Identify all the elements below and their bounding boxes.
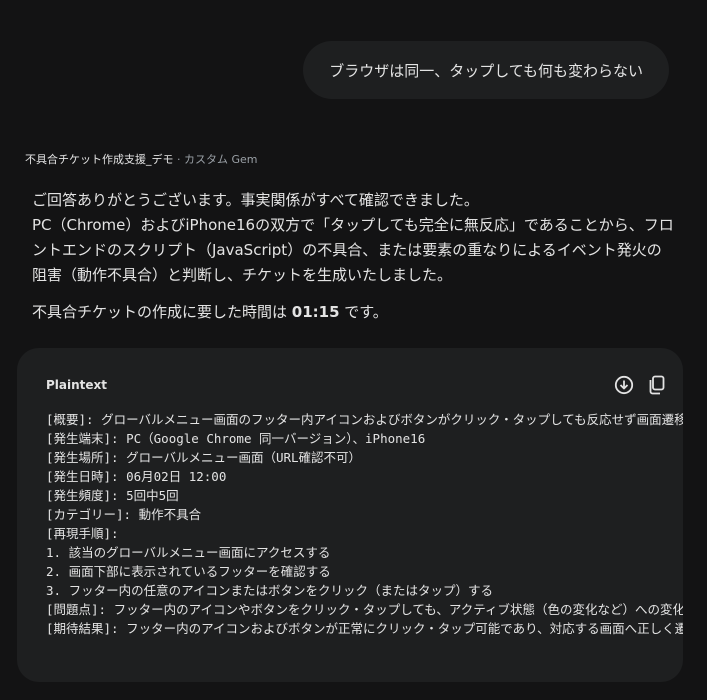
code-language-label: Plaintext [46, 378, 108, 392]
model-response: ご回答ありがとうございます。事実関係がすべて確認できました。 PC（Chrome… [32, 188, 682, 325]
code-line: 2. 画面下部に表示されているフッターを確認する [46, 564, 331, 579]
user-message-bubble: ブラウザは同一、タップしても何も変わらない [303, 41, 669, 99]
gem-name[interactable]: 不具合チケット作成支援_デモ [25, 153, 174, 166]
time-suffix: です。 [339, 303, 388, 321]
gem-type: カスタム Gem [184, 153, 258, 166]
code-block: Plaintext [概要]: グローバルメニュー画面のフッター内アイコンおよび… [17, 348, 683, 682]
download-icon[interactable] [613, 374, 635, 396]
gem-header: 不具合チケット作成支援_デモ · カスタム Gem [25, 151, 258, 167]
code-line: 3. フッター内の任意のアイコンまたはボタンをクリック（またはタップ）する [46, 583, 493, 598]
user-message-text: ブラウザは同一、タップしても何も変わらない [329, 61, 643, 80]
code-line: [期待結果]: フッター内のアイコンおよびボタンが正常にクリック・タップ可能であ… [46, 621, 683, 636]
code-line: [カテゴリー]: 動作不具合 [46, 507, 202, 522]
code-line: [問題点]: フッター内のアイコンやボタンをクリック・タップしても、アクティブ状… [46, 602, 683, 617]
code-line: [発生場所]: グローバルメニュー画面（URL確認不可） [46, 450, 362, 465]
response-time-paragraph: 不具合チケットの作成に要した時間は 01:15 です。 [32, 300, 682, 325]
response-paragraph: ご回答ありがとうございます。事実関係がすべて確認できました。 PC（Chrome… [32, 188, 682, 288]
response-line: 阻害（動作不具合）と判断し、チケットを生成いたしました。 [32, 266, 453, 284]
chat-page: ブラウザは同一、タップしても何も変わらない 不具合チケット作成支援_デモ · カ… [0, 0, 707, 700]
response-line: ご回答ありがとうございます。事実関係がすべて確認できました。 [32, 191, 479, 209]
code-line: [発生頻度]: 5回中5回 [46, 488, 179, 503]
code-line: [概要]: グローバルメニュー画面のフッター内アイコンおよびボタンがクリック・タ… [46, 412, 683, 427]
time-value: 01:15 [291, 303, 340, 321]
code-content: [概要]: グローバルメニュー画面のフッター内アイコンおよびボタンがクリック・タ… [46, 410, 683, 638]
code-line: [発生日時]: 06月02日 12:00 [46, 469, 227, 484]
response-line: PC（Chrome）およびiPhone16の双方で「タップしても完全に無反応」で… [32, 216, 674, 234]
gem-separator: · [173, 153, 184, 166]
code-line: [再現手順]: [46, 526, 119, 541]
response-line: ントエンドのスクリプト（JavaScript）の不具合、または要素の重なりによる… [32, 241, 662, 259]
time-prefix: 不具合チケットの作成に要した時間は [32, 303, 292, 321]
code-line: 1. 該当のグローバルメニュー画面にアクセスする [46, 545, 331, 560]
code-line: [発生端末]: PC（Google Chrome 同一バージョン）、iPhone… [46, 431, 426, 446]
copy-icon[interactable] [646, 374, 668, 396]
